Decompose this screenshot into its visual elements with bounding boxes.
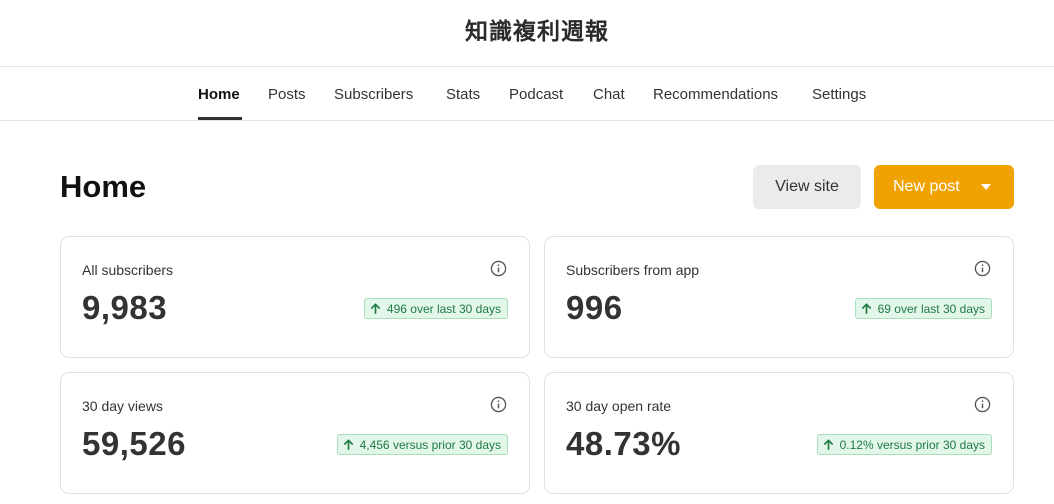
card-value: 48.73% — [566, 425, 681, 462]
nav-item-recommendations[interactable]: Recommendations — [653, 86, 778, 103]
card-label: Subscribers from app — [566, 262, 700, 278]
stat-card-subscribers-from-app: Subscribers from app 996 69 over last 30… — [544, 236, 1014, 358]
main-nav: Home Posts Subscribers Stats Podcast Cha… — [0, 67, 1054, 121]
arrow-up-icon — [370, 303, 380, 314]
publication-title[interactable]: 知識複利週報 — [0, 12, 1054, 46]
delta-badge: 0.12% versus prior 30 days — [816, 434, 992, 455]
nav-item-posts[interactable]: Posts — [268, 86, 306, 103]
card-value: 59,526 — [82, 425, 186, 462]
info-icon[interactable] — [974, 396, 991, 413]
stat-card-30-day-views: 30 day views 59,526 4,456 versus prior 3… — [60, 372, 530, 494]
card-value: 996 — [566, 289, 623, 326]
delta-text: 0.12% versus prior 30 days — [839, 437, 985, 452]
page-title: Home — [60, 169, 147, 204]
view-site-label: View site — [775, 178, 839, 195]
nav-item-settings[interactable]: Settings — [812, 86, 866, 103]
arrow-up-icon — [823, 439, 833, 450]
card-label: 30 day open rate — [566, 398, 672, 414]
card-label: 30 day views — [82, 398, 163, 414]
arrow-up-icon — [343, 439, 353, 450]
top-bar: 知識複利週報 — [0, 0, 1054, 67]
view-site-button[interactable]: View site — [753, 165, 861, 209]
info-icon[interactable] — [974, 260, 991, 277]
nav-item-chat[interactable]: Chat — [593, 86, 625, 103]
delta-text: 4,456 versus prior 30 days — [359, 437, 501, 452]
nav-item-home[interactable]: Home — [198, 86, 240, 103]
nav-item-podcast[interactable]: Podcast — [509, 86, 563, 103]
delta-text: 69 over last 30 days — [877, 301, 985, 316]
stat-card-all-subscribers: All subscribers 9,983 496 over last 30 d… — [60, 236, 530, 358]
delta-text: 496 over last 30 days — [386, 301, 501, 316]
new-post-button[interactable]: New post — [874, 165, 1014, 209]
info-icon[interactable] — [490, 396, 507, 413]
delta-badge: 4,456 versus prior 30 days — [336, 434, 508, 455]
active-tab-indicator — [198, 117, 242, 120]
arrow-up-icon — [861, 303, 871, 314]
new-post-label: New post — [893, 178, 960, 195]
card-label: All subscribers — [82, 262, 174, 278]
nav-item-subscribers[interactable]: Subscribers — [334, 86, 413, 103]
caret-down-icon[interactable] — [981, 184, 991, 190]
stat-card-30-day-open-rate: 30 day open rate 48.73% 0.12% versus pri… — [544, 372, 1014, 494]
info-icon[interactable] — [490, 260, 507, 277]
delta-badge: 69 over last 30 days — [854, 298, 992, 319]
delta-badge: 496 over last 30 days — [363, 298, 508, 319]
nav-item-stats[interactable]: Stats — [446, 86, 480, 103]
card-value: 9,983 — [82, 289, 168, 326]
